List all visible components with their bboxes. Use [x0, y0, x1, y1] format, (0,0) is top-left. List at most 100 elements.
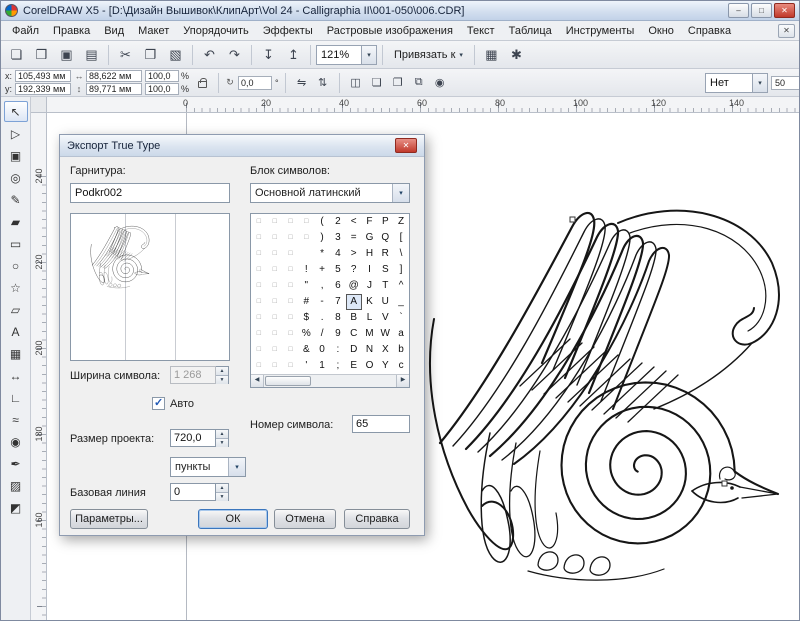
char-cell[interactable]: *: [314, 246, 330, 262]
calligraphic-bird-drawing[interactable]: [419, 191, 791, 611]
char-cell[interactable]: 9: [330, 326, 346, 342]
char-cell[interactable]: □: [283, 326, 299, 342]
ruler-origin-corner[interactable]: [31, 97, 47, 113]
char-cell[interactable]: ;: [330, 358, 346, 374]
outline-pen-tool[interactable]: ✒: [4, 453, 28, 474]
char-cell[interactable]: □: [251, 310, 267, 326]
design-size-field[interactable]: 720,0: [170, 429, 216, 447]
horizontal-ruler[interactable]: 020406080100120140: [31, 97, 799, 113]
char-cell[interactable]: □: [298, 214, 314, 230]
char-cell[interactable]: L: [362, 310, 378, 326]
char-cell[interactable]: □: [251, 358, 267, 374]
char-cell[interactable]: □: [267, 262, 283, 278]
eyedropper-tool[interactable]: ◉: [4, 431, 28, 452]
char-cell[interactable]: ?: [346, 262, 362, 278]
undo-icon[interactable]: ↶: [198, 44, 221, 66]
char-cell[interactable]: I: [362, 262, 378, 278]
close-button[interactable]: ✕: [774, 3, 795, 18]
char-cell[interactable]: □: [267, 214, 283, 230]
y-position-field[interactable]: 192,339 мм: [15, 83, 71, 95]
char-cell[interactable]: X: [377, 342, 393, 358]
export-icon[interactable]: ↥: [282, 44, 305, 66]
open-icon[interactable]: ❒: [30, 44, 53, 66]
menu-help[interactable]: Справка: [681, 22, 738, 40]
char-cell[interactable]: C: [346, 326, 362, 342]
zoom-level-combo[interactable]: 121% ▾: [316, 45, 377, 65]
char-cell[interactable]: N: [362, 342, 378, 358]
char-cell[interactable]: D: [346, 342, 362, 358]
char-cell[interactable]: □: [251, 342, 267, 358]
char-cell[interactable]: H: [362, 246, 378, 262]
freehand-tool[interactable]: ✎: [4, 189, 28, 210]
char-cell[interactable]: a: [393, 326, 409, 342]
menu-file[interactable]: Файл: [5, 22, 46, 40]
char-cell[interactable]: □: [267, 294, 283, 310]
import-icon[interactable]: ↧: [257, 44, 280, 66]
object-height-field[interactable]: 89,771 мм: [86, 83, 142, 95]
char-cell[interactable]: M: [362, 326, 378, 342]
char-cell[interactable]: F: [362, 214, 378, 230]
auto-checkbox[interactable]: [152, 397, 165, 410]
char-cell[interactable]: >: [346, 246, 362, 262]
polygon-tool[interactable]: ☆: [4, 277, 28, 298]
weld-icon[interactable]: ◉: [430, 72, 450, 94]
crop-tool[interactable]: ▣: [4, 145, 28, 166]
char-cell[interactable]: !: [298, 262, 314, 278]
cut-icon[interactable]: ✂: [114, 44, 137, 66]
maximize-button[interactable]: □: [751, 3, 772, 18]
char-cell[interactable]: □: [283, 262, 299, 278]
scroll-right-icon[interactable]: ▶: [396, 375, 409, 387]
scrollbar-thumb[interactable]: [265, 376, 311, 386]
char-cell[interactable]: □: [251, 214, 267, 230]
to-front-icon[interactable]: ❏: [367, 72, 387, 94]
char-cell[interactable]: \: [393, 246, 409, 262]
char-cell[interactable]: =: [346, 230, 362, 246]
symbol-block-dropdown[interactable]: Основной латинский ▾: [250, 183, 410, 203]
char-cell[interactable]: □: [267, 342, 283, 358]
char-cell[interactable]: □: [267, 278, 283, 294]
basic-shapes-tool[interactable]: ▱: [4, 299, 28, 320]
dimension-tool[interactable]: ↔: [4, 365, 28, 386]
smart-fill-tool[interactable]: ▰: [4, 211, 28, 232]
shape-tool[interactable]: ▷: [4, 123, 28, 144]
char-cell[interactable]: P: [377, 214, 393, 230]
selected-char-cell[interactable]: A: [346, 294, 362, 310]
char-cell[interactable]: □: [267, 246, 283, 262]
char-cell[interactable]: □: [283, 294, 299, 310]
char-cell[interactable]: R: [377, 246, 393, 262]
char-cell[interactable]: :: [330, 342, 346, 358]
char-cell[interactable]: b: [393, 342, 409, 358]
char-cell[interactable]: ]: [393, 262, 409, 278]
menu-effects[interactable]: Эффекты: [256, 22, 320, 40]
chevron-down-icon[interactable]: ▾: [392, 184, 409, 202]
char-cell[interactable]: □: [298, 230, 314, 246]
table-tool[interactable]: ▦: [4, 343, 28, 364]
char-cell[interactable]: Q: [377, 230, 393, 246]
char-cell[interactable]: □: [267, 358, 283, 374]
parameters-button[interactable]: Параметры...: [70, 509, 148, 529]
help-button[interactable]: Справка: [344, 509, 410, 529]
char-cell[interactable]: □: [251, 246, 267, 262]
rectangle-tool[interactable]: ▭: [4, 233, 28, 254]
char-cell[interactable]: G: [362, 230, 378, 246]
design-size-spinner[interactable]: ▲▼: [216, 429, 229, 447]
char-cell[interactable]: &: [298, 342, 314, 358]
char-cell[interactable]: □: [251, 278, 267, 294]
menu-tools[interactable]: Инструменты: [559, 22, 642, 40]
grid-scrollbar[interactable]: ◀ ▶: [251, 374, 409, 387]
char-cell[interactable]: ': [298, 358, 314, 374]
char-cell[interactable]: 6: [330, 278, 346, 294]
char-cell[interactable]: J: [362, 278, 378, 294]
char-cell[interactable]: □: [267, 230, 283, 246]
char-cell[interactable]: [: [393, 230, 409, 246]
char-cell[interactable]: V: [377, 310, 393, 326]
char-cell[interactable]: □: [267, 310, 283, 326]
char-cell[interactable]: [298, 246, 314, 262]
rotation-angle-field[interactable]: 0,0: [238, 76, 272, 90]
char-cell[interactable]: c: [393, 358, 409, 374]
fill-tool[interactable]: ▨: [4, 475, 28, 496]
char-cell[interactable]: 7: [330, 294, 346, 310]
new-icon[interactable]: ❏: [5, 44, 28, 66]
char-cell[interactable]: .: [314, 310, 330, 326]
menu-edit[interactable]: Правка: [46, 22, 97, 40]
